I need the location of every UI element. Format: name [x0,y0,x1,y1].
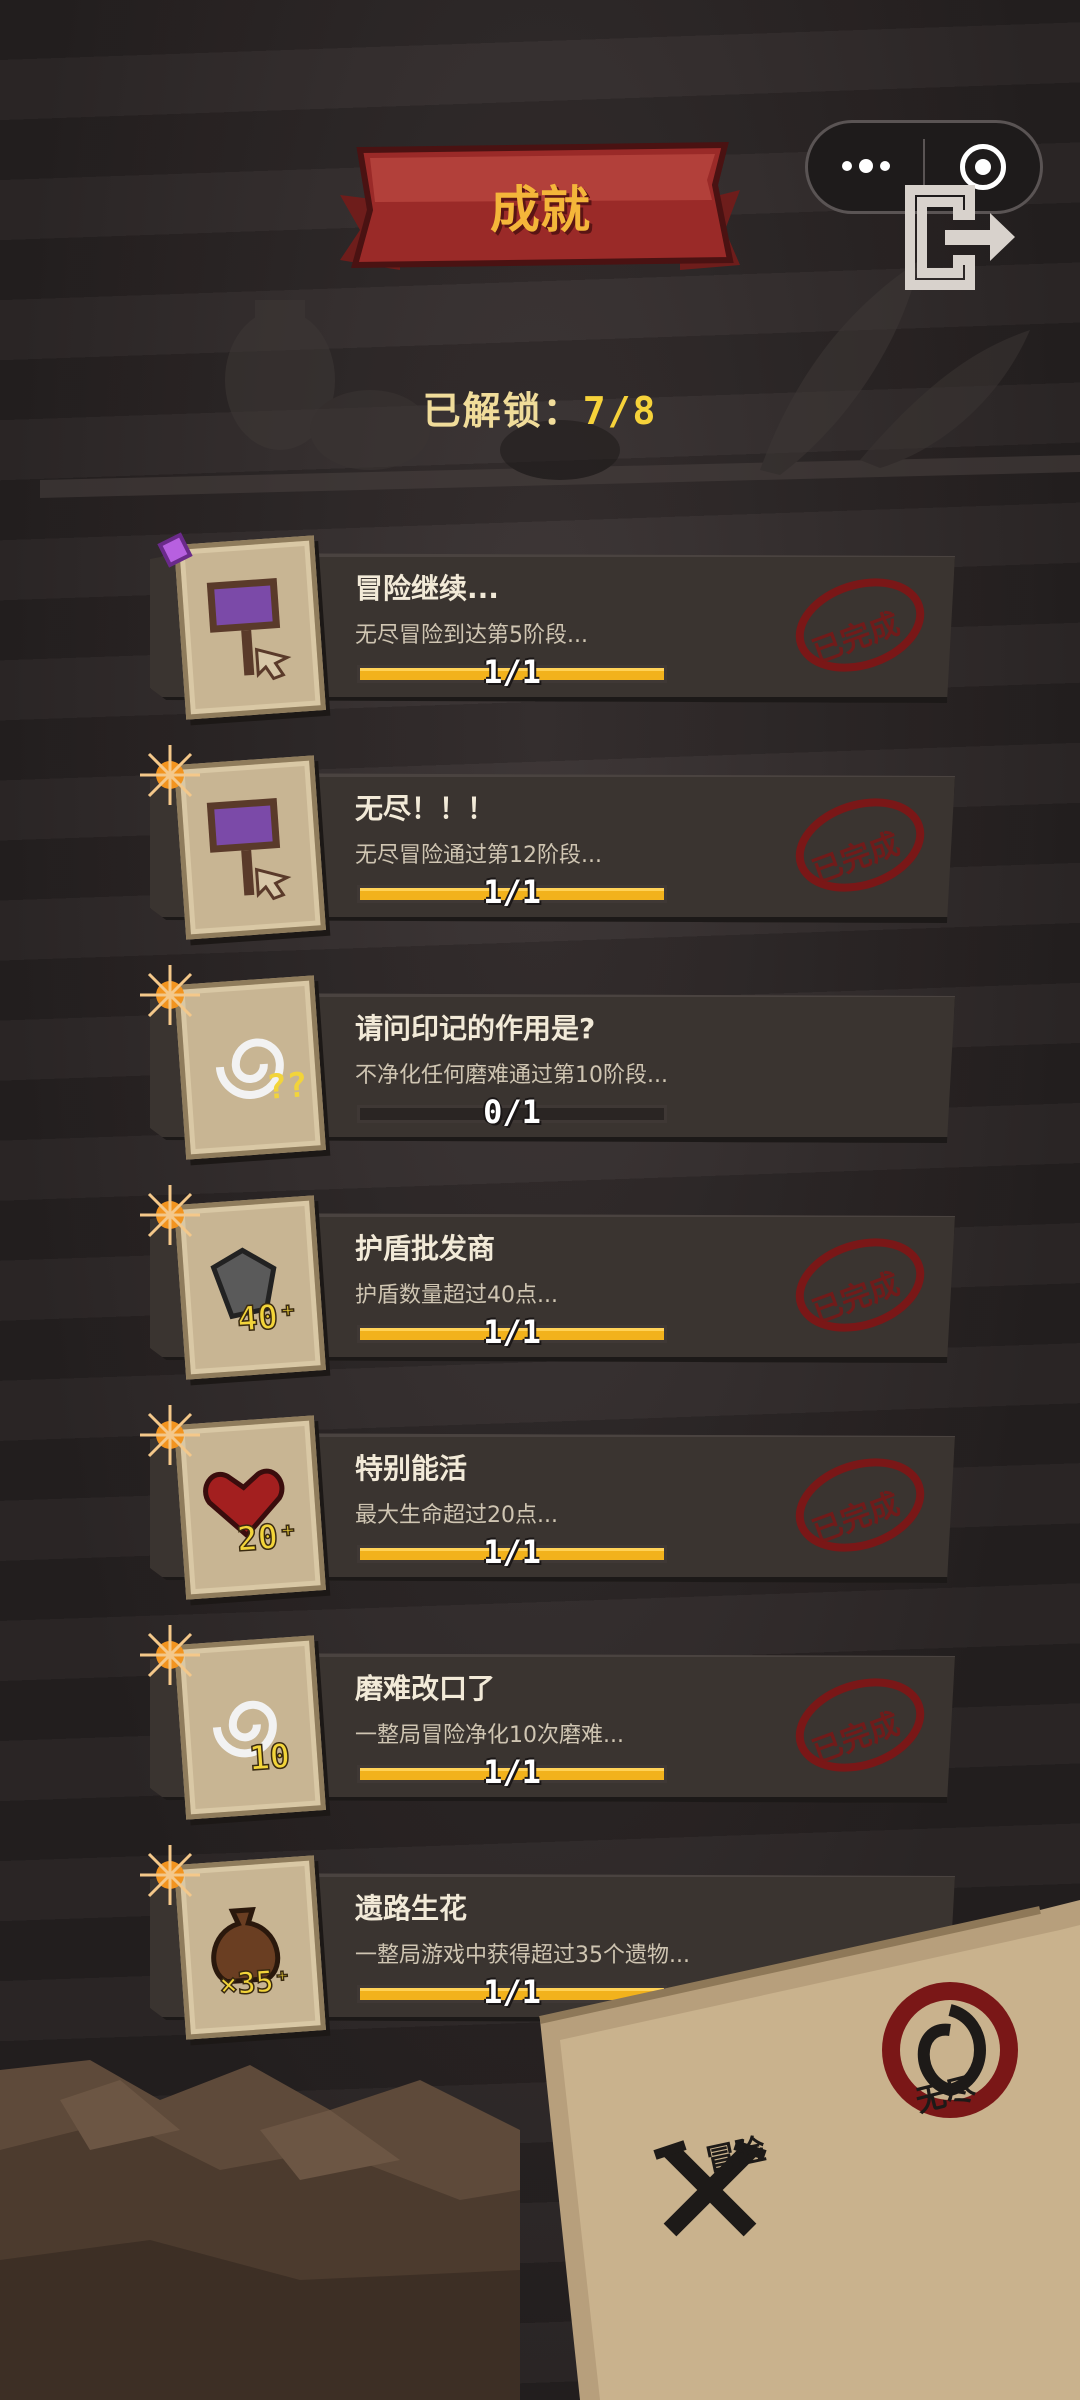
achievement-card[interactable]: 40⁺ 护盾批发商 护盾数量超过40点... 1/1 已完成 [140,1185,955,1380]
achievement-card[interactable]: 20⁺ 特别能活 最大生命超过20点... 1/1 已完成 [140,1405,955,1600]
achievement-name: 护盾批发商 [355,1232,496,1265]
achievement-desc: 最大生命超过20点... [355,1503,558,1528]
page-title: 成就 [490,181,590,239]
achievement-name: 遗路生花 [355,1892,468,1925]
achievement-name: 冒险继续... [355,572,499,605]
unlocked-value: 7/8 [582,389,658,433]
progress-text: 1/1 [483,1753,541,1791]
more-dots-icon [841,159,890,173]
achievement-name: 请问印记的作用是? [355,1012,596,1045]
unlocked-counter: 已解锁：7/8 [0,380,1080,435]
svg-text:??: ?? [265,1065,309,1108]
progress-text: 1/1 [483,1313,541,1351]
achievement-card[interactable]: ?? 请问印记的作用是? 不净化任何磨难通过第10阶段... 0/1 [140,965,955,1160]
achievement-desc: 护盾数量超过40点... [355,1283,558,1308]
icon-badge-text: 40⁺ [236,1296,300,1340]
achievement-desc: 无尽冒险通过第12阶段... [355,843,602,868]
achievement-name: 无尽！！！ [355,792,496,825]
exit-door-icon[interactable] [900,185,1020,290]
sparkle-badge-icon [140,965,200,1025]
title-banner: 成就 [340,140,740,290]
icon-badge-text: 10 [248,1736,292,1779]
sparkle-badge-icon [140,1185,200,1245]
sparkle-badge-icon [140,1625,200,1685]
progress-text: 1/1 [483,873,541,911]
achievement-desc: 不净化任何磨难通过第10阶段... [355,1063,668,1088]
progress-text: 0/1 [483,1093,541,1131]
achievement-name: 磨难改口了 [355,1672,496,1705]
progress-text: 1/1 [483,1533,541,1571]
mode-parchment [539,1900,1080,2400]
target-circle-icon [959,144,1006,190]
icon-badge-text: ×35⁺ [218,1963,293,2003]
sparkle-badge-icon [140,1405,200,1465]
unlocked-label: 已解锁： [422,389,583,433]
icon-badge-text: 20⁺ [236,1516,300,1560]
achievement-card[interactable]: 10 磨难改口了 一整局冒险净化10次磨难... 1/1 已完成 [140,1625,955,1820]
achievement-card[interactable]: 冒险继续... 无尽冒险到达第5阶段... 1/1 已完成 [150,532,955,720]
sparkle-badge-icon [140,745,200,805]
achievement-desc: 无尽冒险到达第5阶段... [355,623,588,648]
achievement-desc: 一整局冒险净化10次磨难... [355,1723,624,1748]
gem-badge-icon [157,532,193,568]
progress-text: 1/1 [483,653,541,691]
sparkle-badge-icon [140,1845,200,1905]
achievement-card[interactable]: 无尽！！！ 无尽冒险通过第12阶段... 1/1 已完成 [140,745,955,940]
achievement-name: 特别能活 [355,1452,468,1485]
